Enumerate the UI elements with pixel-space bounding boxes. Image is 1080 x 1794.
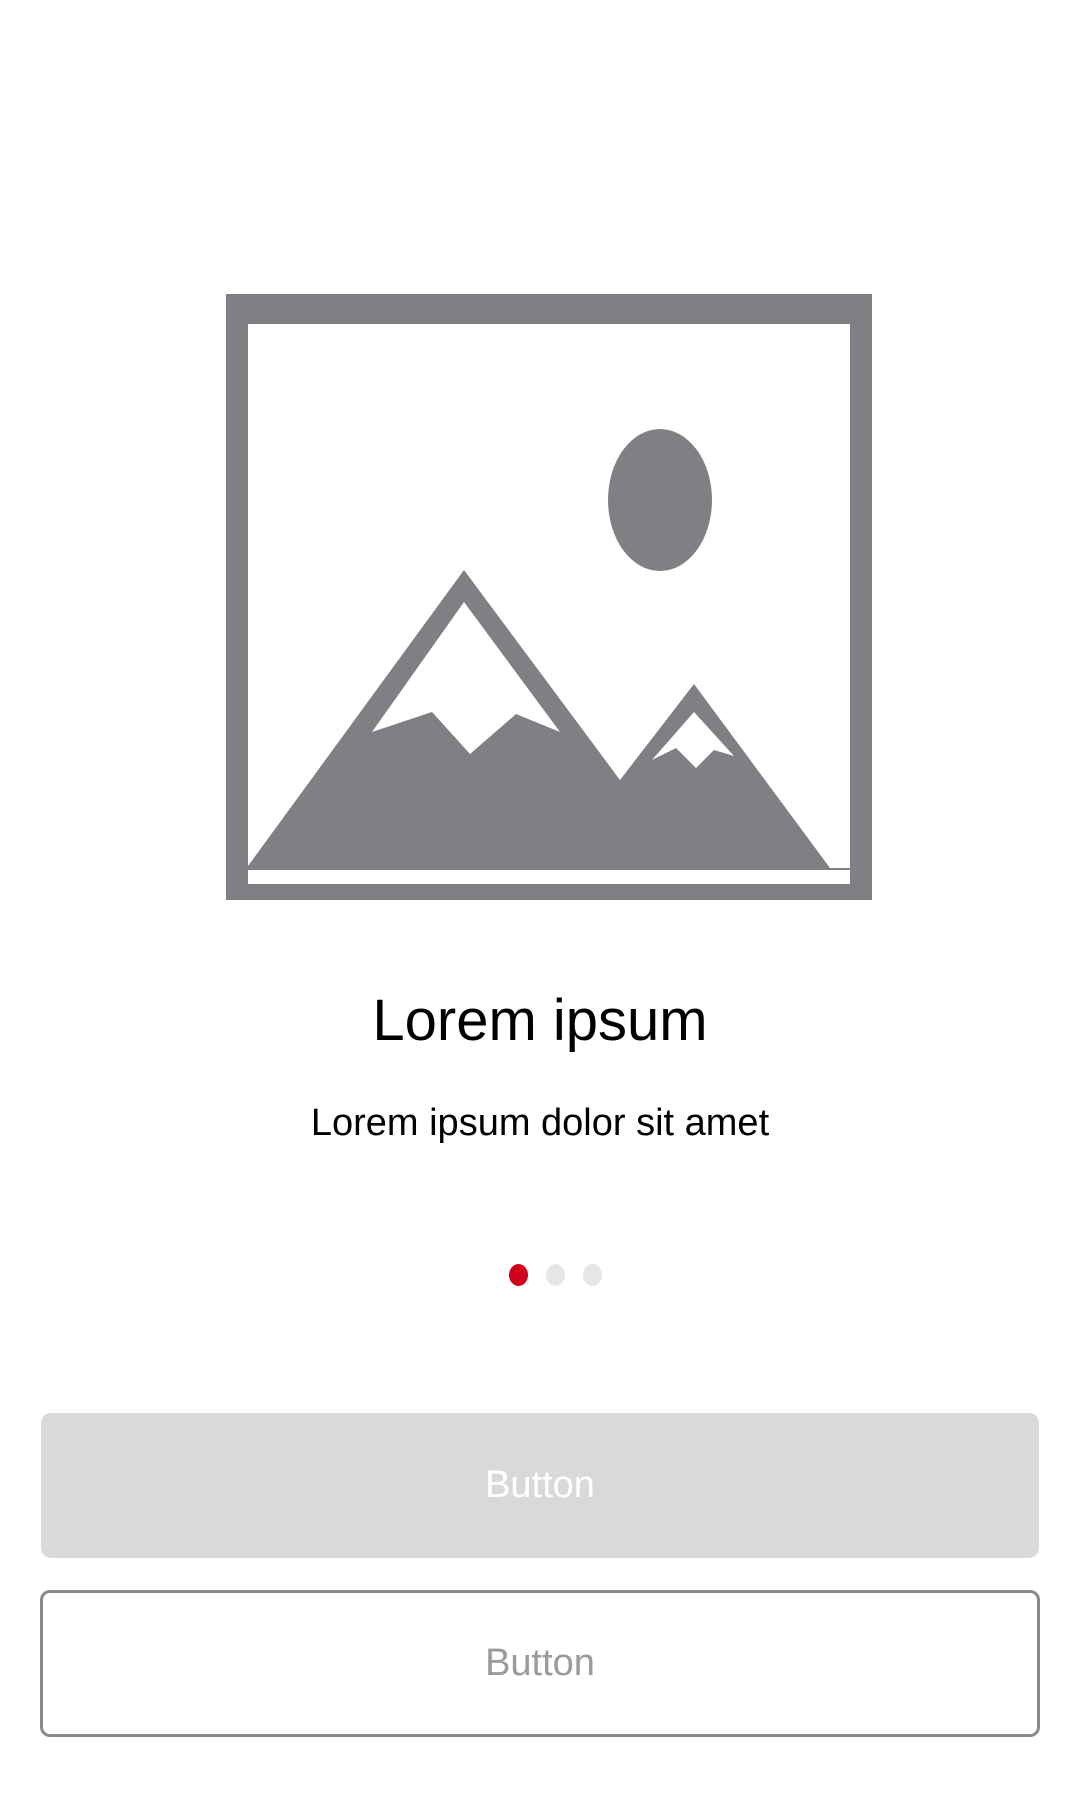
page-subtitle: Lorem ipsum dolor sit amet bbox=[310, 1102, 770, 1144]
image-placeholder-icon bbox=[226, 294, 872, 900]
secondary-button[interactable]: Button bbox=[40, 1590, 1040, 1737]
page-dot-active[interactable] bbox=[508, 1264, 528, 1286]
page-dot[interactable] bbox=[582, 1264, 602, 1286]
secondary-button-label: Button bbox=[485, 1642, 595, 1684]
primary-button-label: Button bbox=[485, 1464, 595, 1506]
primary-button[interactable]: Button bbox=[41, 1413, 1039, 1558]
page-indicator bbox=[15, 1264, 1080, 1286]
page-dot[interactable] bbox=[545, 1264, 565, 1286]
page-title: Lorem ipsum bbox=[372, 988, 708, 1053]
